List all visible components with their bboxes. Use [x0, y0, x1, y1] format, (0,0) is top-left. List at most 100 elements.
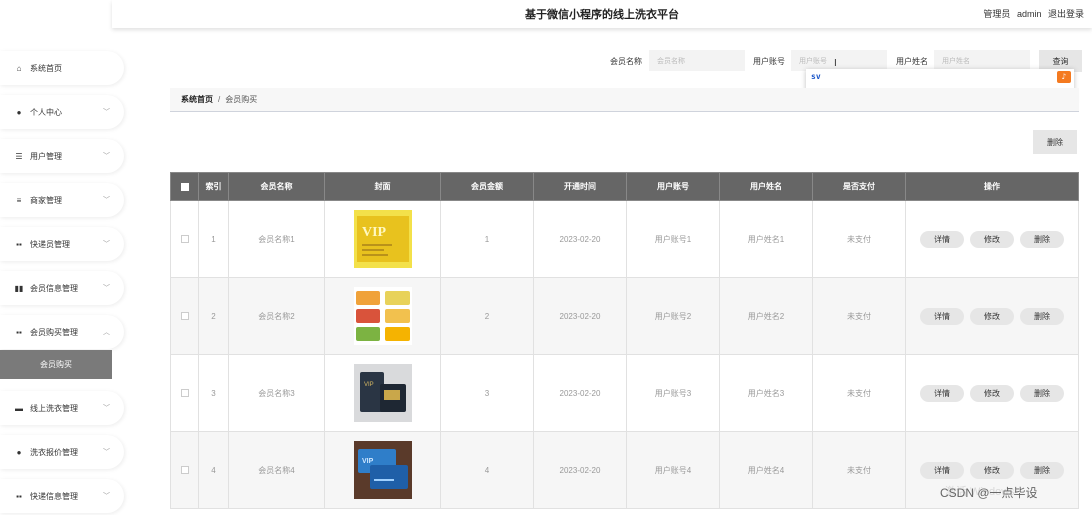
- sidebar-item-label: 商家管理: [30, 195, 62, 205]
- row-index: 1: [198, 200, 229, 278]
- chevron-down-icon: ﹀: [103, 285, 110, 292]
- chevron-down-icon: ﹀: [103, 449, 110, 456]
- row-checkbox[interactable]: [180, 389, 189, 398]
- sidebar-subitem-active[interactable]: 会员购买: [0, 350, 112, 379]
- amount-cell: 4: [440, 431, 534, 509]
- table-row: 3 会员名称3 VIP 3 2023-02-20 用户账号3 用户姓名3 未支付 详情 修改 删除: [170, 354, 1079, 432]
- detail-button[interactable]: 详情: [920, 230, 964, 248]
- paid-status-cell: 未支付: [812, 200, 906, 278]
- sidebar-item[interactable]: ▬ 线上洗衣管理 ﹀: [0, 391, 124, 425]
- purchase-table: 索引 会员名称 封面 会员金额 开通时间 用户账号 用户姓名 是否支付 操作 1 会员名称1 VIP…: [170, 172, 1079, 509]
- amount-cell: 1: [440, 200, 534, 278]
- search-label-user-name: 用户姓名: [896, 57, 928, 66]
- chevron-down-icon: ﹀: [103, 405, 110, 412]
- cover-cell: VIP: [324, 354, 441, 432]
- account-input[interactable]: 用户账号: [791, 50, 887, 71]
- grid-icon: ▪▪: [16, 491, 22, 501]
- row-index: 2: [198, 277, 229, 355]
- chevron-down-icon: ﹀: [103, 197, 110, 204]
- breadcrumb: 系统首页 / 会员购买: [170, 88, 1079, 112]
- ime-logo-icon: ♪: [1057, 71, 1071, 83]
- breadcrumb-current: 会员购买: [225, 95, 258, 104]
- sidebar-item-label: 个人中心: [30, 107, 62, 117]
- top-header: 基于微信小程序的线上洗衣平台 管理员 admin 退出登录: [112, 0, 1092, 28]
- row-select-cell[interactable]: [170, 200, 199, 278]
- briefcase-icon: ▬: [15, 403, 23, 413]
- row-checkbox[interactable]: [180, 466, 189, 475]
- detail-button[interactable]: 详情: [920, 384, 964, 402]
- page: ⌂ 系统首页 ● 个人中心 ﹀ ☰ 用户管理 ﹀ ≡ 商家管理 ﹀ ▪▪ 快递员管理 ﹀ ▮▮ 会员信息管理 ﹀…: [0, 0, 1092, 515]
- edit-button[interactable]: 修改: [970, 230, 1014, 248]
- actions-cell: 详情 修改 删除: [905, 277, 1079, 355]
- edit-button[interactable]: 修改: [970, 461, 1014, 479]
- sidebar-item[interactable]: ▪▪ 快递信息管理 ﹀: [0, 479, 124, 513]
- sidebar-item-label: 线上洗衣管理: [30, 403, 78, 413]
- row-select-cell[interactable]: [170, 277, 199, 355]
- cover-image: [353, 287, 412, 345]
- user-role: 管理员: [983, 9, 1011, 19]
- user-name-cell: 用户姓名1: [719, 200, 813, 278]
- account-cell: 用户账号4: [626, 431, 720, 509]
- detail-button[interactable]: 详情: [920, 307, 964, 325]
- chevron-down-icon: ﹀: [103, 493, 110, 500]
- member-name-input[interactable]: 会员名称: [649, 50, 745, 71]
- edit-button[interactable]: 修改: [970, 307, 1014, 325]
- cover-image: VIP: [353, 210, 412, 268]
- row-checkbox[interactable]: [180, 235, 189, 244]
- sidebar-item[interactable]: ▪▪ 会员购买管理 ︿: [0, 315, 124, 349]
- sidebar-item[interactable]: ● 个人中心 ﹀: [0, 95, 124, 129]
- sidebar-item[interactable]: ● 洗衣报价管理 ﹀: [0, 435, 124, 469]
- sidebar-item-label: 快递员管理: [30, 239, 70, 249]
- account-cell: 用户账号2: [626, 277, 720, 355]
- sidebar-item[interactable]: ▮▮ 会员信息管理 ﹀: [0, 271, 124, 305]
- cover-cell: VIP: [324, 431, 441, 509]
- sidebar-item[interactable]: ⌂ 系统首页: [0, 51, 124, 85]
- delete-button[interactable]: 删除: [1020, 461, 1064, 479]
- user-name-input[interactable]: 用户姓名: [934, 50, 1030, 71]
- breadcrumb-separator: /: [218, 95, 221, 104]
- amount-cell: 2: [440, 277, 534, 355]
- delete-button[interactable]: 删除: [1020, 307, 1064, 325]
- sidebar: ⌂ 系统首页 ● 个人中心 ﹀ ☰ 用户管理 ﹀ ≡ 商家管理 ﹀ ▪▪ 快递员管理 ﹀ ▮▮ 会员信息管理 ﹀…: [0, 0, 124, 515]
- sidebar-item-label: 洗衣报价管理: [30, 447, 78, 457]
- paid-status-cell: 未支付: [812, 431, 906, 509]
- edit-button[interactable]: 修改: [970, 384, 1014, 402]
- open-date-cell: 2023-02-20: [533, 277, 627, 355]
- select-all-cell[interactable]: [170, 172, 199, 201]
- user-name-cell: 用户姓名3: [719, 354, 813, 432]
- chevron-down-icon: ﹀: [103, 153, 110, 160]
- row-checkbox[interactable]: [180, 312, 189, 321]
- svg-text:VIP: VIP: [362, 225, 387, 240]
- row-select-cell[interactable]: [170, 354, 199, 432]
- amount-cell: 3: [440, 354, 534, 432]
- row-index: 4: [198, 431, 229, 509]
- batch-delete-button[interactable]: 删除: [1033, 130, 1077, 154]
- delete-button[interactable]: 删除: [1020, 384, 1064, 402]
- search-label-account: 用户账号: [753, 57, 785, 66]
- user-icon: ●: [16, 107, 22, 117]
- sidebar-item[interactable]: ≡ 商家管理 ﹀: [0, 183, 124, 217]
- select-all-checkbox[interactable]: [180, 182, 189, 191]
- username: admin: [1016, 9, 1042, 19]
- sliders-icon: ☰: [15, 151, 23, 161]
- column-header: 操作: [905, 172, 1079, 201]
- sidebar-item[interactable]: ☰ 用户管理 ﹀: [0, 139, 124, 173]
- home-icon: ⌂: [16, 63, 22, 73]
- member-name-cell: 会员名称4: [228, 431, 325, 509]
- sidebar-item[interactable]: ▪▪ 快递员管理 ﹀: [0, 227, 124, 261]
- open-date-cell: 2023-02-20: [533, 354, 627, 432]
- user-icon: ●: [16, 447, 22, 457]
- logout-link[interactable]: 退出登录: [1048, 9, 1084, 19]
- page-title: 基于微信小程序的线上洗衣平台: [525, 9, 679, 21]
- column-header: 会员名称: [228, 172, 325, 201]
- row-select-cell[interactable]: [170, 431, 199, 509]
- breadcrumb-home[interactable]: 系统首页: [181, 94, 213, 105]
- delete-button[interactable]: 删除: [1020, 230, 1064, 248]
- table-row: 2 会员名称2 2 2023-02-20 用户账号2 用户姓名2 未支付 详情 修改 删除: [170, 277, 1079, 355]
- detail-button[interactable]: 详情: [920, 461, 964, 479]
- csdn-watermark: CSDN @一点毕设: [940, 486, 1038, 500]
- column-header: 是否支付: [812, 172, 906, 201]
- column-header: 用户姓名: [719, 172, 813, 201]
- table-row: 1 会员名称1 VIP 1 2023-02-20 用户账号1 用户姓名1 未支付 详情 修改 删除: [170, 200, 1079, 278]
- actions-cell: 详情 修改 删除: [905, 200, 1079, 278]
